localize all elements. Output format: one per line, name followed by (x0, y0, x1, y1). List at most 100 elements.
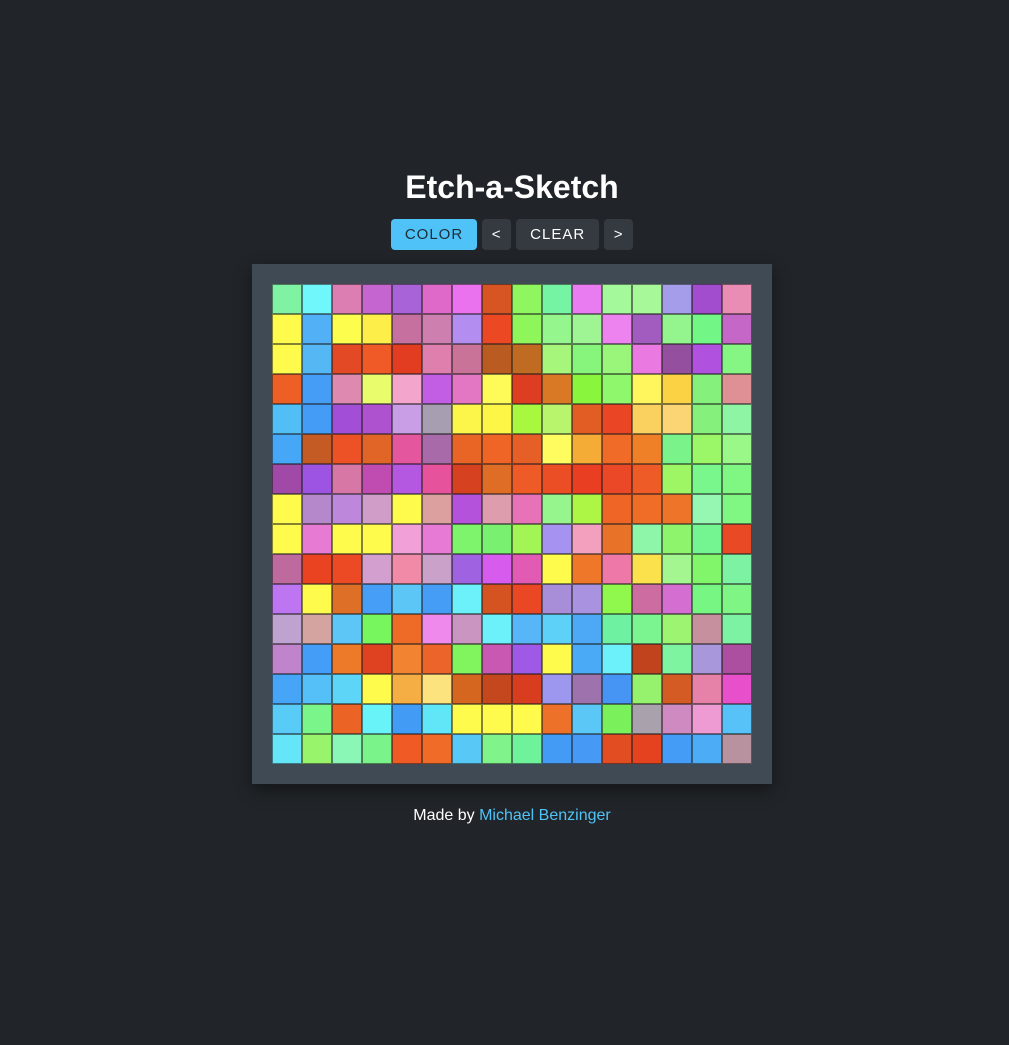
grid-cell[interactable] (632, 374, 662, 404)
grid-cell[interactable] (662, 614, 692, 644)
grid-cell[interactable] (302, 614, 332, 644)
grid-cell[interactable] (512, 644, 542, 674)
grid-cell[interactable] (392, 644, 422, 674)
grid-cell[interactable] (302, 584, 332, 614)
grid-cell[interactable] (482, 344, 512, 374)
grid-cell[interactable] (722, 314, 752, 344)
grid-cell[interactable] (692, 494, 722, 524)
grid-cell[interactable] (632, 434, 662, 464)
grid-cell[interactable] (362, 674, 392, 704)
grid-cell[interactable] (482, 464, 512, 494)
grid-cell[interactable] (482, 314, 512, 344)
grid-cell[interactable] (572, 464, 602, 494)
grid-cell[interactable] (482, 554, 512, 584)
grid-cell[interactable] (332, 284, 362, 314)
grid-cell[interactable] (302, 284, 332, 314)
author-link[interactable]: Michael Benzinger (479, 807, 611, 824)
grid-cell[interactable] (452, 644, 482, 674)
grid-cell[interactable] (572, 614, 602, 644)
grid-cell[interactable] (332, 584, 362, 614)
grid-cell[interactable] (662, 434, 692, 464)
grid-cell[interactable] (602, 284, 632, 314)
grid-cell[interactable] (692, 644, 722, 674)
grid-cell[interactable] (512, 584, 542, 614)
grid-cell[interactable] (542, 734, 572, 764)
grid-cell[interactable] (452, 614, 482, 644)
grid-cell[interactable] (362, 284, 392, 314)
grid-cell[interactable] (602, 674, 632, 704)
grid-cell[interactable] (572, 374, 602, 404)
grid-cell[interactable] (572, 704, 602, 734)
grid-cell[interactable] (662, 494, 692, 524)
grid-cell[interactable] (692, 314, 722, 344)
grid-cell[interactable] (272, 644, 302, 674)
grid-cell[interactable] (722, 494, 752, 524)
grid-cell[interactable] (512, 314, 542, 344)
decrease-grid-button[interactable]: < (482, 219, 512, 250)
grid-cell[interactable] (662, 314, 692, 344)
grid-cell[interactable] (422, 674, 452, 704)
grid-cell[interactable] (272, 704, 302, 734)
grid-cell[interactable] (512, 704, 542, 734)
grid-cell[interactable] (452, 404, 482, 434)
grid-cell[interactable] (602, 554, 632, 584)
grid-cell[interactable] (302, 494, 332, 524)
grid-cell[interactable] (512, 494, 542, 524)
grid-cell[interactable] (452, 704, 482, 734)
grid-cell[interactable] (632, 404, 662, 434)
grid-cell[interactable] (722, 434, 752, 464)
grid-cell[interactable] (512, 434, 542, 464)
grid-cell[interactable] (272, 554, 302, 584)
grid-cell[interactable] (302, 464, 332, 494)
grid-cell[interactable] (362, 374, 392, 404)
grid-cell[interactable] (452, 374, 482, 404)
grid-cell[interactable] (542, 494, 572, 524)
grid-cell[interactable] (392, 284, 422, 314)
increase-grid-button[interactable]: > (604, 219, 634, 250)
grid-cell[interactable] (332, 374, 362, 404)
grid-cell[interactable] (452, 584, 482, 614)
grid-cell[interactable] (632, 644, 662, 674)
grid-cell[interactable] (302, 554, 332, 584)
grid-cell[interactable] (422, 524, 452, 554)
grid-cell[interactable] (302, 704, 332, 734)
grid-cell[interactable] (272, 734, 302, 764)
grid-cell[interactable] (662, 704, 692, 734)
grid-cell[interactable] (362, 434, 392, 464)
grid-cell[interactable] (602, 434, 632, 464)
grid-cell[interactable] (512, 344, 542, 374)
grid-cell[interactable] (482, 374, 512, 404)
grid-cell[interactable] (692, 284, 722, 314)
grid-cell[interactable] (452, 314, 482, 344)
grid-cell[interactable] (332, 344, 362, 374)
grid-cell[interactable] (602, 644, 632, 674)
grid-cell[interactable] (302, 674, 332, 704)
grid-cell[interactable] (392, 614, 422, 644)
grid-cell[interactable] (332, 644, 362, 674)
grid-cell[interactable] (302, 374, 332, 404)
grid-cell[interactable] (272, 584, 302, 614)
grid-cell[interactable] (572, 584, 602, 614)
grid-cell[interactable] (392, 344, 422, 374)
grid-cell[interactable] (452, 464, 482, 494)
grid-cell[interactable] (692, 434, 722, 464)
grid-cell[interactable] (662, 734, 692, 764)
grid-cell[interactable] (362, 404, 392, 434)
grid-cell[interactable] (362, 644, 392, 674)
grid-cell[interactable] (572, 554, 602, 584)
grid-cell[interactable] (722, 584, 752, 614)
grid-cell[interactable] (722, 284, 752, 314)
grid-cell[interactable] (632, 554, 662, 584)
grid-cell[interactable] (632, 674, 662, 704)
grid-cell[interactable] (542, 554, 572, 584)
grid-cell[interactable] (392, 494, 422, 524)
grid-cell[interactable] (392, 584, 422, 614)
color-mode-button[interactable]: COLOR (390, 219, 478, 250)
grid-cell[interactable] (362, 734, 392, 764)
grid-cell[interactable] (602, 494, 632, 524)
grid-cell[interactable] (302, 314, 332, 344)
grid-cell[interactable] (482, 494, 512, 524)
grid-cell[interactable] (272, 434, 302, 464)
grid-cell[interactable] (692, 464, 722, 494)
grid-cell[interactable] (542, 614, 572, 644)
